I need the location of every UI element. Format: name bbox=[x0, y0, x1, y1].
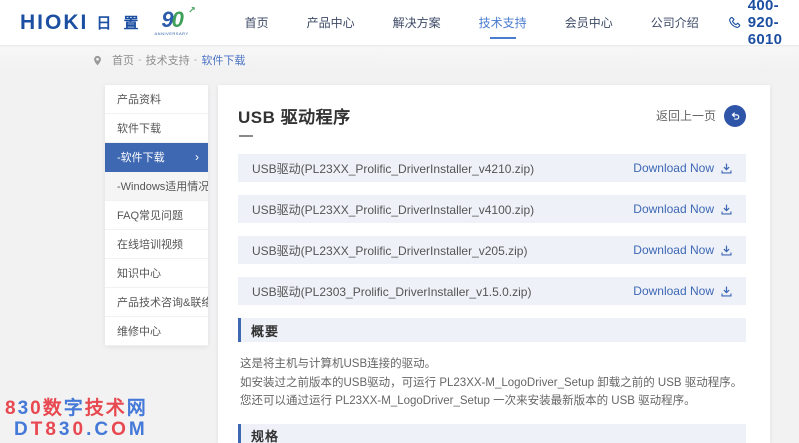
nav-item-home[interactable]: 首页 bbox=[243, 8, 271, 37]
sidebar-item-software-download-sub[interactable]: -软件下载 › bbox=[105, 143, 208, 172]
sidebar-item-product-docs[interactable]: 产品资料 bbox=[105, 85, 208, 114]
anniversary-caption: ANNIVERSARY bbox=[155, 32, 189, 36]
nav-item-products[interactable]: 产品中心 bbox=[305, 8, 357, 37]
brand-chinese: 日 置 bbox=[96, 12, 142, 33]
logo[interactable]: HIOKI 日 置 90 ↗ ANNIVERSARY bbox=[20, 9, 189, 36]
nav-item-members[interactable]: 会员中心 bbox=[563, 8, 615, 37]
download-link[interactable]: Download Now bbox=[633, 202, 733, 216]
sidebar-item-faq[interactable]: FAQ常见问题 bbox=[105, 201, 208, 230]
back-link[interactable]: 返回上一页 bbox=[656, 105, 746, 127]
breadcrumb-separator: - bbox=[194, 54, 198, 66]
file-name: USB驱动(PL23XX_Prolific_DriverInstaller_v4… bbox=[252, 201, 534, 218]
site-watermark: 830数字技术网 DT830.COM bbox=[5, 398, 148, 440]
sidebar-item-knowledge-center[interactable]: 知识中心 bbox=[105, 259, 208, 288]
download-icon bbox=[720, 203, 733, 216]
nav-item-solutions[interactable]: 解决方案 bbox=[391, 8, 443, 37]
file-name: USB驱动(PL23XX_Prolific_DriverInstaller_v2… bbox=[252, 242, 527, 259]
download-icon bbox=[720, 285, 733, 298]
file-name: USB驱动(PL2303_Prolific_DriverInstaller_v1… bbox=[252, 283, 531, 300]
anniversary-badge-icon: 90 ↗ ANNIVERSARY bbox=[155, 9, 189, 36]
summary-section-header: 概要 bbox=[238, 318, 746, 342]
nav-item-support[interactable]: 技术支持 bbox=[477, 8, 529, 37]
summary-line: 这是将主机与计算机USB连接的驱动。 bbox=[240, 355, 746, 374]
download-row: USB驱动(PL23XX_Prolific_DriverInstaller_v4… bbox=[238, 154, 746, 182]
spec-section-header: 规格 bbox=[238, 424, 746, 443]
arrow-up-right-icon: ↗ bbox=[188, 6, 196, 15]
phone-icon bbox=[727, 15, 742, 30]
breadcrumb-current[interactable]: 软件下载 bbox=[201, 52, 245, 68]
main-nav: 首页 产品中心 解决方案 技术支持 会员中心 公司介绍 bbox=[243, 8, 701, 37]
download-link[interactable]: Download Now bbox=[633, 161, 733, 175]
summary-text: 这是将主机与计算机USB连接的驱动。 如安装过之前版本的USB驱动，可运行 PL… bbox=[240, 355, 746, 411]
brand-wordmark: HIOKI bbox=[20, 11, 88, 35]
nav-item-company[interactable]: 公司介绍 bbox=[649, 8, 701, 37]
download-link[interactable]: Download Now bbox=[633, 284, 733, 298]
file-name: USB驱动(PL23XX_Prolific_DriverInstaller_v4… bbox=[252, 160, 534, 177]
download-icon bbox=[720, 244, 733, 257]
chevron-right-icon: › bbox=[195, 151, 199, 163]
download-link[interactable]: Download Now bbox=[633, 243, 733, 257]
breadcrumb: 首页 - 技术支持 - 软件下载 bbox=[0, 47, 799, 73]
breadcrumb-support[interactable]: 技术支持 bbox=[146, 52, 190, 68]
breadcrumb-separator: - bbox=[138, 54, 142, 66]
download-row: USB驱动(PL23XX_Prolific_DriverInstaller_v4… bbox=[238, 195, 746, 223]
title-underline bbox=[239, 135, 253, 137]
content-panel: USB 驱动程序 返回上一页 USB驱动(PL23XX_Prolific_Dri… bbox=[218, 85, 770, 443]
sidebar-item-online-training[interactable]: 在线培训视频 bbox=[105, 230, 208, 259]
watermark-line1: 830数字技术网 bbox=[5, 398, 148, 419]
location-pin-icon bbox=[92, 55, 103, 66]
page-title: USB 驱动程序 bbox=[238, 103, 351, 128]
download-icon bbox=[720, 162, 733, 175]
summary-line: 如安装过之前版本的USB驱动，可运行 PL23XX-M_LogoDriver_S… bbox=[240, 374, 746, 393]
phone-contact: 400-920-6010 bbox=[727, 0, 783, 48]
breadcrumb-home[interactable]: 首页 bbox=[112, 52, 134, 68]
download-row: USB驱动(PL2303_Prolific_DriverInstaller_v1… bbox=[238, 277, 746, 305]
sidebar-item-software-download[interactable]: 软件下载 bbox=[105, 114, 208, 143]
top-header: HIOKI 日 置 90 ↗ ANNIVERSARY 首页 产品中心 解决方案 … bbox=[0, 0, 799, 46]
summary-line: 您还可以通过运行 PL23XX-M_LogoDriver_Setup 一次来安装… bbox=[240, 392, 746, 411]
sidebar-item-windows-compat[interactable]: -Windows适用情况 bbox=[105, 172, 208, 201]
sidebar-item-tech-contact[interactable]: 产品技术咨询&联络 bbox=[105, 288, 208, 317]
back-icon[interactable] bbox=[724, 105, 746, 127]
watermark-line2: DT830.COM bbox=[5, 419, 148, 440]
back-label: 返回上一页 bbox=[656, 107, 716, 124]
sidebar-item-repair-center[interactable]: 维修中心 bbox=[105, 317, 208, 346]
phone-number[interactable]: 400-920-6010 bbox=[748, 0, 783, 48]
side-menu: 产品资料 软件下载 -软件下载 › -Windows适用情况 FAQ常见问题 在… bbox=[105, 85, 208, 346]
download-row: USB驱动(PL23XX_Prolific_DriverInstaller_v2… bbox=[238, 236, 746, 264]
